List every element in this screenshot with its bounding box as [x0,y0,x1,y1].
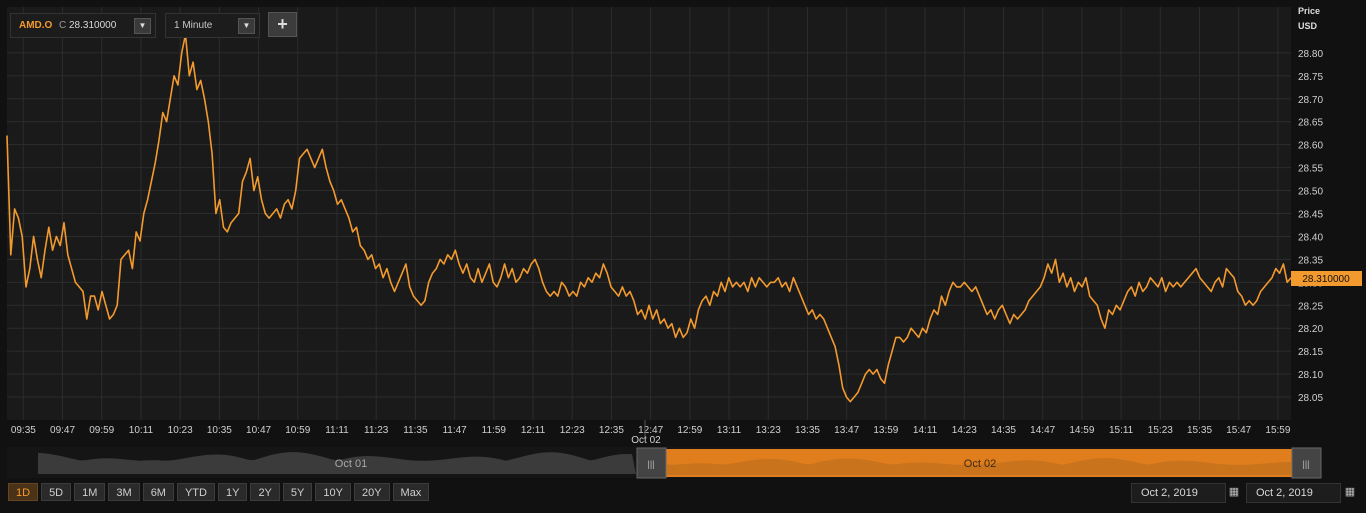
navigator-right-handle[interactable]: ||| [1291,447,1322,479]
x-tick-label: 11:47 [442,425,467,436]
last-price-badge: 28.310000 [1291,271,1362,286]
y-tick-label: 28.45 [1298,210,1323,221]
navigator-right-label: Oct 02 [964,458,996,470]
caret-down-icon[interactable]: ▼ [238,18,255,34]
x-tick-label: 11:35 [403,425,428,436]
x-tick-label: 09:59 [89,425,114,436]
range-button-10y[interactable]: 10Y [315,483,351,501]
x-tick-label: 15:11 [1109,425,1134,436]
y-tick-label: 28.70 [1298,95,1323,106]
range-button-max[interactable]: Max [392,483,430,501]
date-marker-label: Oct 02 [631,435,661,446]
x-tick-label: 13:47 [834,425,859,436]
x-tick-label: 13:35 [795,425,820,436]
range-button-1m[interactable]: 1M [74,483,106,501]
range-button-6m[interactable]: 6M [142,483,174,501]
y-tick-label: 28.55 [1298,164,1323,175]
x-tick-label: 09:35 [11,425,36,436]
calendar-icon[interactable]: ▦ [1343,485,1357,499]
range-button-5y[interactable]: 5Y [282,483,313,501]
x-tick-label: 15:35 [1187,425,1212,436]
y-tick-label: 28.35 [1298,255,1323,266]
close-value: 28.310000 [69,20,117,31]
close-prefix: C [59,20,67,31]
x-tick-label: 13:23 [756,425,781,436]
interval-label: 1 Minute [174,20,213,31]
range-button-ytd[interactable]: YTD [176,483,215,501]
x-tick-label: 10:59 [285,425,310,436]
price-chart[interactable]: 09:35 09:47 09:59 10:11 10:23 10:35 10:47 10:59… [0,0,1366,513]
x-tick-label: 10:23 [168,425,193,436]
price-axis-title: Price [1298,6,1321,16]
y-tick-label: 28.75 [1298,72,1323,83]
interval-selector[interactable]: 1 Minute ▼ [165,13,260,38]
x-tick-label: 10:11 [129,425,154,436]
range-button-1y[interactable]: 1Y [217,483,248,501]
currency-axis-title: USD [1298,21,1318,31]
x-tick-label: 14:11 [913,425,938,436]
y-tick-label: 28.05 [1298,393,1323,404]
last-price-label: 28.310000 [1302,274,1350,285]
x-tick-label: 12:11 [521,425,546,436]
range-button-20y[interactable]: 20Y [353,483,390,501]
range-buttons: 1D 5D 1M 3M 6M YTD 1Y 2Y 5Y 10Y 20Y Max [8,483,432,501]
x-tick-label: 11:59 [482,425,507,436]
x-tick-label: 13:59 [873,425,898,436]
caret-down-icon[interactable]: ▼ [134,18,151,34]
x-tick-label: 15:23 [1148,425,1173,436]
range-button-5d[interactable]: 5D [41,483,72,501]
x-tick-label: 11:23 [364,425,389,436]
x-tick-label: 15:59 [1265,425,1290,436]
x-tick-label: 12:23 [560,425,585,436]
symbol-label: AMD.O [19,20,53,31]
y-axis: 28.0528.1028.1528.2028.2528.3028.3528.40… [1298,49,1323,404]
svg-text:|||: ||| [647,459,654,469]
x-tick-label: 10:47 [246,425,271,436]
y-tick-label: 28.60 [1298,141,1323,152]
y-tick-label: 28.15 [1298,347,1323,358]
x-tick-label: 09:47 [50,425,75,436]
x-tick-label: 10:35 [207,425,232,436]
svg-text:|||: ||| [1302,459,1309,469]
y-tick-label: 28.40 [1298,232,1323,243]
y-tick-label: 28.10 [1298,370,1323,381]
navigator-left-label: Oct 01 [335,458,367,470]
x-tick-label: 12:59 [677,425,702,436]
x-tick-label: 14:47 [1030,425,1055,436]
range-button-3m[interactable]: 3M [108,483,140,501]
x-tick-label: 12:35 [599,425,624,436]
calendar-icon[interactable]: ▦ [1227,485,1241,499]
x-tick-label: 14:59 [1069,425,1094,436]
x-tick-label: 14:35 [991,425,1016,436]
range-button-1d[interactable]: 1D [8,483,39,501]
y-tick-label: 28.65 [1298,118,1323,129]
range-button-2y[interactable]: 2Y [250,483,280,501]
plus-icon[interactable]: + [268,12,297,37]
x-tick-label: 13:11 [717,425,742,436]
y-tick-label: 28.80 [1298,49,1323,60]
symbol-selector[interactable]: AMD.O C 28.310000 ▼ [10,13,156,38]
navigator[interactable]: Oct 01 Oct 02 ||| ||| [7,447,1322,479]
date-from-field[interactable]: Oct 2, 2019 [1131,483,1226,503]
x-tick-label: 11:11 [325,425,349,436]
x-tick-label: 14:23 [952,425,977,436]
date-to-field[interactable]: Oct 2, 2019 [1246,483,1341,503]
navigator-left-handle[interactable]: ||| [636,447,667,479]
y-tick-label: 28.20 [1298,324,1323,335]
y-tick-label: 28.50 [1298,187,1323,198]
x-tick-label: 15:47 [1226,425,1251,436]
y-tick-label: 28.25 [1298,301,1323,312]
